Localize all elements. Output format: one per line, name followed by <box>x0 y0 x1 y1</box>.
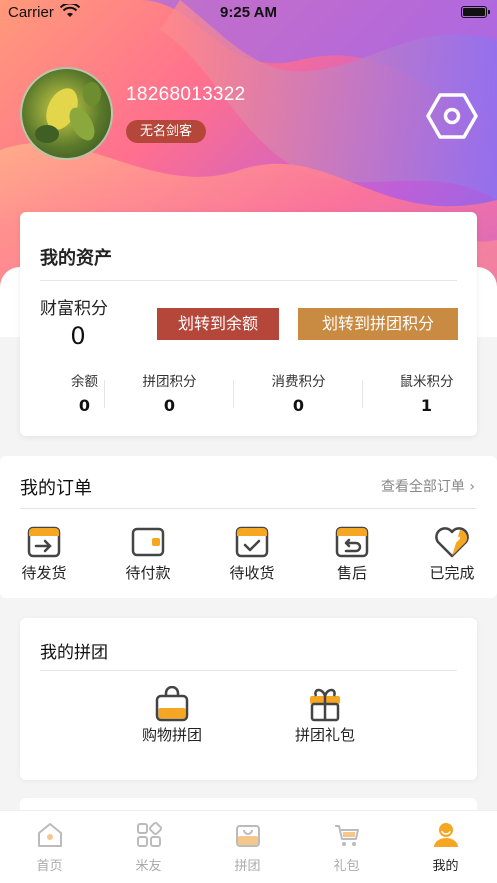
stat-label: 消费积分 <box>271 374 326 390</box>
user-nickname-badge: 无名剑客 <box>126 120 207 143</box>
cart-icon <box>334 825 359 846</box>
tab-gift[interactable]: 礼包 <box>297 821 396 874</box>
gift-icon <box>310 688 340 722</box>
transfer-to-balance-button[interactable]: 划转到余额 <box>157 308 279 340</box>
tab-label: 首页 <box>36 859 63 874</box>
stat-shumi-points[interactable]: 鼠米积分 1 <box>362 370 491 415</box>
group-buy-card: 我的拼团 购物拼团 拼团礼包 <box>20 618 477 780</box>
return-box-icon <box>335 526 369 558</box>
order-after-sale[interactable]: 售后 <box>312 524 392 583</box>
wealth-points-label: 财富积分 <box>40 299 108 319</box>
status-bar: Carrier 9:25 AM <box>0 0 497 26</box>
stat-group-points[interactable]: 拼团积分 0 <box>105 370 234 415</box>
stat-value: 1 <box>420 396 433 415</box>
divider <box>40 280 457 281</box>
check-box-icon <box>235 526 269 558</box>
avatar[interactable] <box>20 67 113 160</box>
heart-check-icon <box>435 527 469 558</box>
transfer-to-group-points-button[interactable]: 划转到拼团积分 <box>298 308 458 340</box>
order-item-label: 待发货 <box>21 564 67 582</box>
user-phone: 18268013322 <box>126 84 246 105</box>
asset-stats: 余额 0 拼团积分 0 消费积分 0 鼠米积分 1 <box>20 370 477 420</box>
stat-value: 0 <box>163 396 176 415</box>
wallet-icon <box>131 527 165 557</box>
order-pending-ship[interactable]: 待发货 <box>4 524 84 583</box>
tab-label: 米友 <box>135 859 162 874</box>
view-all-orders-link[interactable]: 查看全部订单 › <box>381 476 475 496</box>
group-gift-pack-item[interactable]: 拼团礼包 <box>270 686 380 745</box>
clock: 9:25 AM <box>220 4 277 21</box>
pending-ship-icon <box>27 526 61 558</box>
group-item-label: 购物拼团 <box>141 726 202 744</box>
tab-mine[interactable]: 我的 <box>396 821 495 874</box>
order-item-label: 待付款 <box>125 564 171 582</box>
user-icon <box>433 823 458 847</box>
assets-card: 我的资产 财富积分 0 划转到余额 划转到拼团积分 余额 0 拼团积分 0 消费… <box>20 212 477 436</box>
tab-label: 拼团 <box>234 859 261 874</box>
order-completed[interactable]: 已完成 <box>412 524 492 583</box>
stat-consume-points[interactable]: 消费积分 0 <box>234 370 363 415</box>
divider <box>40 670 457 671</box>
order-pending-receive[interactable]: 待收货 <box>212 524 292 583</box>
orders-card: 我的订单 查看全部订单 › 待发货 待付款 待收货 售后 已完成 <box>0 456 497 598</box>
shopping-bag-icon <box>155 686 189 722</box>
grid-icon <box>136 821 162 847</box>
tab-friends[interactable]: 米友 <box>99 821 198 874</box>
tab-label: 我的 <box>432 859 459 874</box>
order-item-label: 售后 <box>336 564 367 582</box>
tab-home[interactable]: 首页 <box>0 821 99 874</box>
tab-group-buy[interactable]: 拼团 <box>198 821 297 874</box>
stat-label: 鼠米积分 <box>399 374 454 390</box>
divider <box>20 508 477 509</box>
bottom-tab-bar: 首页 米友 拼团 礼包 我的 <box>0 810 497 883</box>
order-pending-payment[interactable]: 待付款 <box>108 524 188 583</box>
assets-title: 我的资产 <box>40 248 112 269</box>
stat-value: 0 <box>292 396 305 415</box>
battery-icon <box>461 6 490 18</box>
wealth-points-value: 0 <box>70 322 86 350</box>
order-item-label: 已完成 <box>429 564 475 582</box>
orders-title: 我的订单 <box>20 478 92 499</box>
bag-icon <box>235 825 260 847</box>
group-buy-title: 我的拼团 <box>40 643 108 663</box>
tab-label: 礼包 <box>333 859 360 874</box>
home-icon <box>37 823 62 847</box>
order-item-label: 待收货 <box>229 564 275 582</box>
group-item-label: 拼团礼包 <box>294 726 355 744</box>
stat-label: 拼团积分 <box>142 374 197 390</box>
settings-icon[interactable] <box>426 92 478 140</box>
group-shopping-item[interactable]: 购物拼团 <box>117 686 227 745</box>
